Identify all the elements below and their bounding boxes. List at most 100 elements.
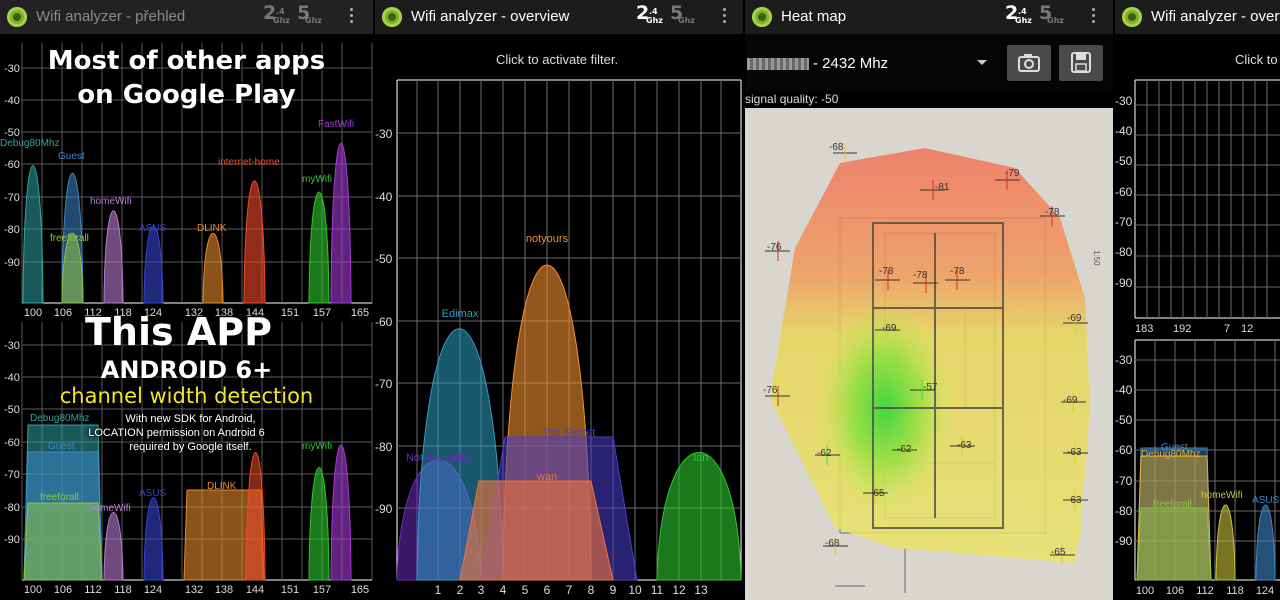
svg-text:-81: -81 xyxy=(935,182,950,193)
y-tick: -90 xyxy=(1115,276,1133,290)
x-tick: 5 xyxy=(522,583,529,597)
network-label: FastWifi xyxy=(318,119,354,130)
x-tick: 157 xyxy=(313,584,331,596)
network-labels-top: Debug80Mhz Guest freeforall homeWifi ASU… xyxy=(0,119,354,244)
svg-text:-69: -69 xyxy=(882,323,897,334)
network-curve xyxy=(308,191,330,304)
svg-text:-76: -76 xyxy=(767,242,782,253)
svg-text:-65: -65 xyxy=(870,488,885,499)
svg-text:-62: -62 xyxy=(817,448,832,459)
ssid-redacted[interactable] xyxy=(747,58,809,70)
x-axis-top: 183 192 7 12 xyxy=(1135,323,1253,335)
network-label: Debug80Mhz xyxy=(0,138,59,149)
network-curve xyxy=(103,210,124,304)
promo-line-2: on Google Play xyxy=(77,80,296,110)
x-tick: 138 xyxy=(215,584,233,596)
y-tick: -60 xyxy=(1115,185,1133,199)
panel-heat-map: Heat map 2.4 Ghz 5 Ghz - 2432 Mhz signal q… xyxy=(745,0,1113,600)
promo-note-2: LOCATION permission on Android 6 xyxy=(88,427,265,439)
x-tick: 11 xyxy=(651,583,664,597)
y-tick: -80 xyxy=(1115,245,1133,259)
overflow-menu-icon[interactable] xyxy=(1092,8,1096,26)
network-label: ASUS xyxy=(1252,495,1280,506)
svg-text:-78: -78 xyxy=(950,266,965,277)
svg-text:-78: -78 xyxy=(879,266,894,277)
network-curve xyxy=(1255,504,1276,581)
network-label: Top Secret xyxy=(543,427,596,439)
x-tick: 144 xyxy=(246,584,264,596)
svg-text:-63: -63 xyxy=(1067,447,1082,458)
y-tick: -40 xyxy=(375,190,393,204)
x-tick: 2 xyxy=(457,583,464,597)
networks-bottom xyxy=(1136,447,1276,581)
x-tick: 9 xyxy=(610,583,617,597)
y-tick: -40 xyxy=(1115,383,1133,397)
x-tick: 151 xyxy=(281,584,299,596)
x-tick: 100 xyxy=(1136,585,1154,597)
network-label: freeforall xyxy=(1153,499,1192,510)
band-24ghz-toggle[interactable]: 2.4 Ghz xyxy=(1005,3,1032,25)
network-label: lan xyxy=(694,452,709,464)
promo-note-1: With new SDK for Android, xyxy=(125,413,256,425)
heat-map-canvas[interactable]: 1:50 -68 -81 -79 -78 -76 -78 -78 -78 -69… xyxy=(745,108,1113,600)
y-axis-bottom: -30 -40 -50 -60 -70 -80 -90 xyxy=(1115,353,1133,548)
x-tick: 124 xyxy=(1256,585,1274,597)
y-tick: -40 xyxy=(1115,124,1133,138)
network-label: Not Available xyxy=(406,452,470,464)
x-tick: 7 xyxy=(566,583,573,597)
network-label: homeWifi xyxy=(90,196,132,207)
wifi-app-icon xyxy=(752,7,772,27)
svg-text:-76: -76 xyxy=(763,385,778,396)
y-tick: -80 xyxy=(1115,504,1133,518)
app-title: Heat map xyxy=(781,8,847,25)
y-tick: -50 xyxy=(1115,413,1133,427)
network-label: DLINK xyxy=(197,223,227,234)
promo-note-3: required by Google itself. xyxy=(129,441,252,453)
svg-text:-78: -78 xyxy=(913,270,928,281)
network-label: notyours xyxy=(526,233,569,245)
y-tick: -50 xyxy=(375,252,393,266)
network-label: ASUS xyxy=(139,223,167,234)
chevron-down-icon[interactable] xyxy=(977,60,987,65)
x-axis-bottom: 100 106 112 118 124 132 138 144 151 157 … xyxy=(24,584,369,596)
panel-analyzer-overview-partial: Wifi analyzer - overview Click to -30 -4… xyxy=(1115,0,1280,600)
x-tick: 118 xyxy=(114,584,132,596)
x-tick: 165 xyxy=(351,584,369,596)
network-curve xyxy=(330,142,352,304)
band-5ghz-toggle[interactable]: 5 Ghz xyxy=(1039,3,1064,25)
y-tick: -50 xyxy=(1115,154,1133,168)
y-tick: -80 xyxy=(4,502,20,514)
grid-top xyxy=(1134,79,1280,319)
svg-text:-57: -57 xyxy=(923,382,938,393)
network-label: homeWifi xyxy=(89,503,131,514)
y-tick: -60 xyxy=(4,159,20,171)
x-tick: 118 xyxy=(1226,585,1244,597)
network-curve xyxy=(459,480,614,581)
y-tick: -90 xyxy=(1115,534,1133,548)
y-tick: -70 xyxy=(4,469,20,481)
x-axis-bottom: 100 106 112 118 124 xyxy=(1136,585,1274,597)
signal-quality: signal quality: -50 xyxy=(745,92,839,106)
promo-channel: channel width detection xyxy=(59,384,314,408)
promo-android: ANDROID 6+ xyxy=(100,356,273,384)
svg-text:-63: -63 xyxy=(957,440,972,451)
x-tick: 192 xyxy=(1173,323,1191,335)
network-curve xyxy=(202,233,224,304)
floppy-save-icon xyxy=(1071,52,1091,73)
save-button[interactable] xyxy=(1059,45,1103,81)
x-tick: 13 xyxy=(694,583,708,597)
plan-scale: 1:50 xyxy=(1092,250,1101,266)
channel-chart-24ghz[interactable]: -30 -40 -50 -60 -70 -80 -90 1 2 3 4 5 6 … xyxy=(375,0,743,600)
y-tick: -80 xyxy=(4,224,20,236)
y-axis-top: -30 -40 -50 -60 -70 -80 -90 xyxy=(1115,94,1133,290)
x-tick: 183 xyxy=(1135,323,1153,335)
svg-text:-69: -69 xyxy=(1063,395,1078,406)
x-axis: 1 2 3 4 5 6 7 8 9 10 11 12 13 xyxy=(435,583,708,597)
camera-button[interactable] xyxy=(1007,45,1051,81)
network-curve xyxy=(23,502,103,581)
network-curve xyxy=(103,512,124,581)
network-frequency[interactable]: - 2432 Mhz xyxy=(813,55,888,72)
y-tick: -30 xyxy=(1115,353,1133,367)
network-label: wan xyxy=(536,471,557,483)
panel-analyzer-cz: Wifi analyzer - přehled 2.4 Ghz 5 Ghz -3… xyxy=(0,0,373,600)
